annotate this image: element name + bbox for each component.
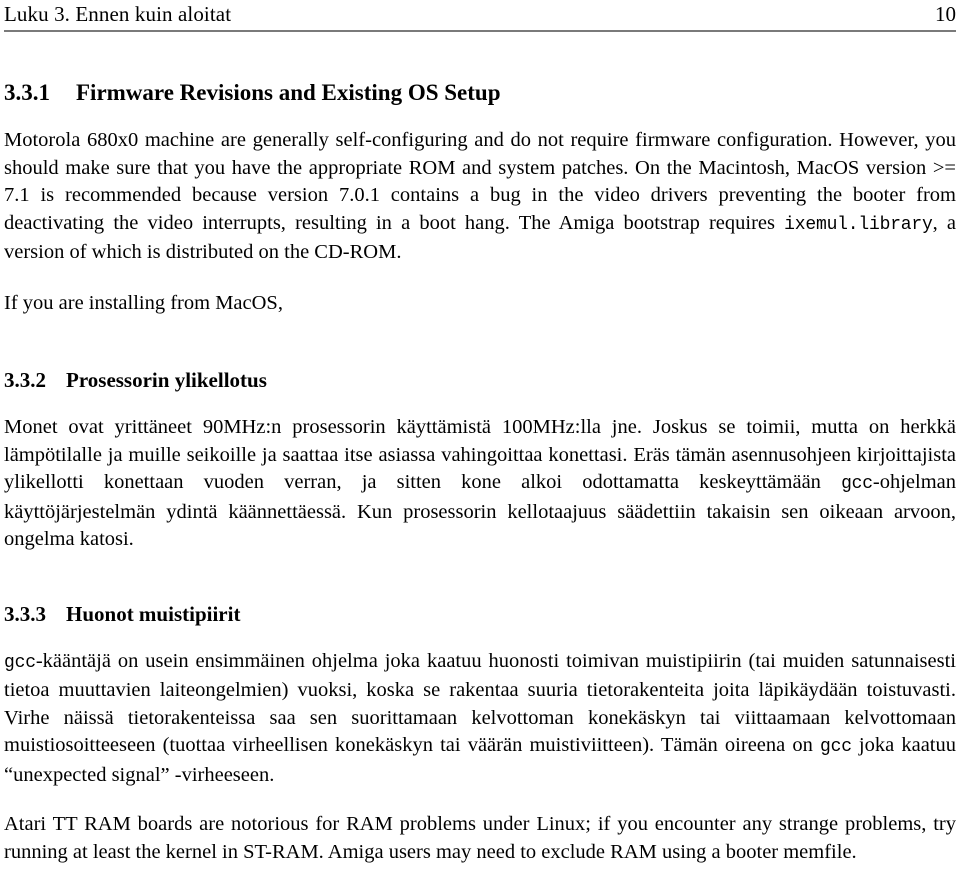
- inline-code-gcc: gcc: [841, 474, 873, 494]
- section-heading-3-3-3: 3.3.3 Huonot muistipiirit: [4, 601, 956, 627]
- section-title: Prosessorin ylikellotus: [66, 368, 267, 392]
- paragraph-overclocking: Monet ovat yrittäneet 90MHz:n prosessori…: [4, 414, 956, 554]
- page-number: 10: [935, 2, 956, 26]
- inline-code-ixemul-library: ixemul.library: [784, 214, 933, 235]
- section-number: 3.3.3: [4, 601, 46, 626]
- paragraph-bad-memory: gcc-kääntäjä on usein ensimmäinen ohjelm…: [4, 648, 956, 790]
- section-number: 3.3.2: [4, 368, 46, 392]
- paragraph-atari-tt-ram: Atari TT RAM boards are notorious for RA…: [4, 813, 956, 863]
- inline-code-gcc-trailing: gcc: [820, 737, 852, 757]
- section-heading-3-3-1: 3.3.1 Firmware Revisions and Existing OS…: [4, 80, 956, 106]
- section-number: 3.3.1: [4, 80, 50, 105]
- section-title: Firmware Revisions and Existing OS Setup: [76, 80, 501, 105]
- paragraph-text: Monet ovat yrittäneet 90MHz:n prosessori…: [4, 416, 956, 493]
- paragraph-installing-from-macos: If you are installing from MacOS,: [4, 291, 283, 314]
- section-title: Huonot muistipiirit: [66, 601, 241, 626]
- inline-code-gcc-leading: gcc: [4, 652, 36, 673]
- document-page: Luku 3. Ennen kuin aloitat 10 3.3.1 Firm…: [0, 0, 960, 878]
- header-chapter-title: Luku 3. Ennen kuin aloitat: [4, 2, 232, 26]
- paragraph-text: -kääntäjä on usein ensimmäinen ohjelma j…: [4, 649, 956, 757]
- section-heading-3-3-2: 3.3.2 Prosessorin ylikellotus: [4, 367, 956, 393]
- paragraph-firmware-intro: Motorola 680x0 machine are generally sel…: [4, 127, 956, 267]
- running-header: Luku 3. Ennen kuin aloitat 10: [4, 0, 956, 26]
